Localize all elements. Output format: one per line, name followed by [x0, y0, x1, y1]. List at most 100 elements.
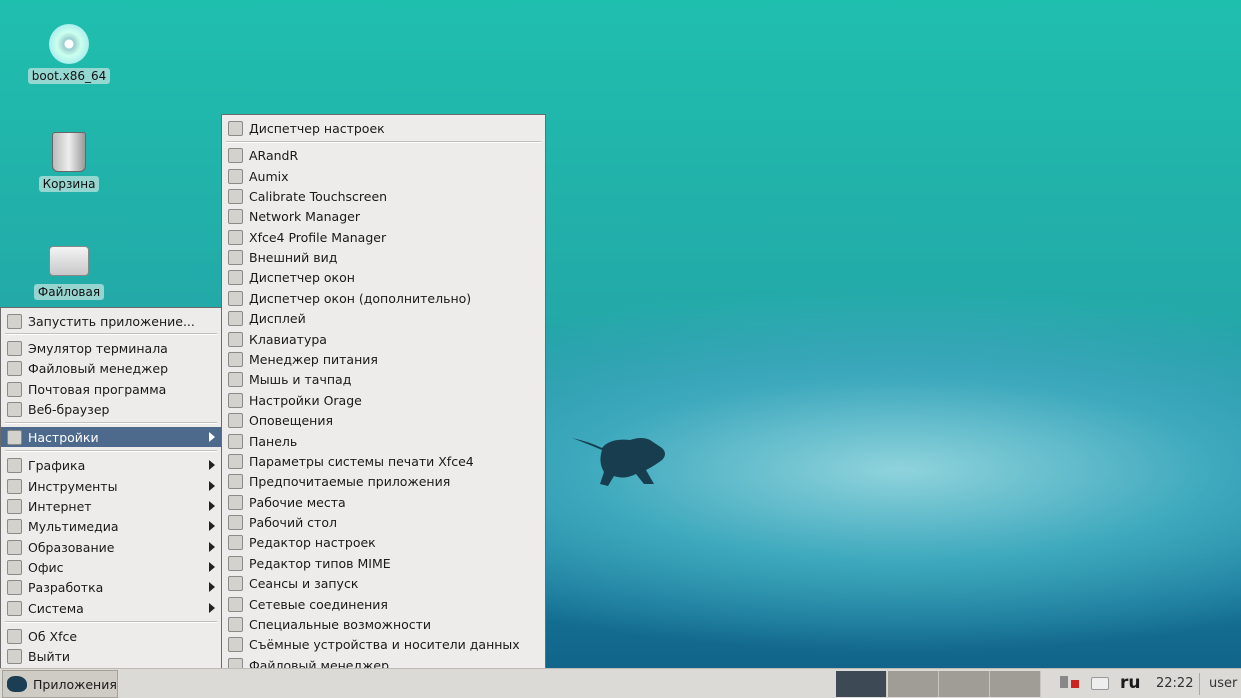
- settings-app-icon: [228, 637, 243, 653]
- settings-item-15[interactable]: Панель: [222, 431, 545, 451]
- run-icon: [7, 313, 22, 329]
- workspace-2[interactable]: [888, 671, 939, 697]
- menu-item-6[interactable]: Графика: [1, 455, 221, 475]
- logout-icon: [7, 648, 22, 664]
- menu-item-2[interactable]: Файловый менеджер: [1, 358, 221, 378]
- settings-app-icon: [228, 331, 243, 347]
- settings-item-16[interactable]: Параметры системы печати Xfce4: [222, 451, 545, 471]
- menu-item-label: Xfce4 Profile Manager: [249, 229, 387, 245]
- menu-item-label: Файловый менеджер: [28, 360, 169, 376]
- office-icon: [7, 559, 22, 575]
- menu-item-label: Эмулятор терминала: [28, 340, 168, 356]
- menu-item-1[interactable]: Эмулятор терминала: [1, 338, 221, 358]
- settings-app-icon: [228, 616, 243, 632]
- menu-item-label: Рабочий стол: [249, 515, 337, 531]
- settings-item-13[interactable]: Настройки Orage: [222, 390, 545, 410]
- settings-app-icon: [228, 515, 243, 531]
- settings-app-icon: [228, 290, 243, 306]
- settings-item-5[interactable]: Xfce4 Profile Manager: [222, 227, 545, 247]
- menu-item-label: Диспетчер окон (дополнительно): [249, 290, 472, 306]
- menu-item-10[interactable]: Образование: [1, 537, 221, 557]
- menu-item-label: Клавиатура: [249, 331, 327, 347]
- menu-item-4[interactable]: Веб-браузер: [1, 399, 221, 419]
- clock[interactable]: 22:22: [1156, 676, 1193, 691]
- star-icon: [7, 628, 22, 644]
- settings-item-10[interactable]: Клавиатура: [222, 329, 545, 349]
- settings-icon: [7, 429, 22, 445]
- desktop-icon-boot[interactable]: boot.x86_64: [24, 24, 114, 84]
- settings-item-22[interactable]: Сеансы и запуск: [222, 573, 545, 593]
- settings-item-14[interactable]: Оповещения: [222, 410, 545, 430]
- settings-item-6[interactable]: Внешний вид: [222, 247, 545, 267]
- settings-item-24[interactable]: Специальные возможности: [222, 614, 545, 634]
- menu-item-label: Инструменты: [28, 478, 118, 494]
- menu-item-12[interactable]: Разработка: [1, 577, 221, 597]
- menu-item-label: Диспетчер настроек: [249, 120, 385, 136]
- menu-item-0[interactable]: Запустить приложение...: [1, 311, 221, 331]
- workspace-1[interactable]: [836, 671, 887, 697]
- settings-item-17[interactable]: Предпочитаемые приложения: [222, 472, 545, 492]
- volume-muted-icon[interactable]: [1060, 676, 1082, 690]
- settings-app-icon: [228, 188, 243, 204]
- settings-item-21[interactable]: Редактор типов MIME: [222, 553, 545, 573]
- settings-item-3[interactable]: Calibrate Touchscreen: [222, 186, 545, 206]
- settings-app-icon: [228, 535, 243, 551]
- menu-item-label: Мультимедиа: [28, 518, 119, 534]
- settings-item-20[interactable]: Редактор настроек: [222, 533, 545, 553]
- menu-item-label: Мышь и тачпад: [249, 372, 352, 388]
- menu-item-13[interactable]: Система: [1, 598, 221, 618]
- settings-item-1[interactable]: ARandR: [222, 146, 545, 166]
- workspace-4[interactable]: [990, 671, 1041, 697]
- settings-item-4[interactable]: Network Manager: [222, 207, 545, 227]
- multimedia-icon: [7, 518, 22, 534]
- settings-item-19[interactable]: Рабочий стол: [222, 512, 545, 532]
- settings-item-12[interactable]: Мышь и тачпад: [222, 370, 545, 390]
- menu-item-label: Офис: [28, 559, 64, 575]
- menu-item-11[interactable]: Офис: [1, 557, 221, 577]
- menu-item-7[interactable]: Инструменты: [1, 476, 221, 496]
- disc-icon: [49, 24, 89, 64]
- settings-item-0[interactable]: Диспетчер настроек: [222, 118, 545, 138]
- settings-item-9[interactable]: Дисплей: [222, 309, 545, 329]
- submenu-arrow-icon: [209, 521, 215, 532]
- file-manager-icon: [7, 360, 22, 376]
- settings-item-11[interactable]: Менеджер питания: [222, 349, 545, 369]
- keyboard-layout[interactable]: ru: [1120, 673, 1141, 693]
- desktop-icon-trash[interactable]: Корзина: [24, 132, 114, 192]
- settings-item-8[interactable]: Диспетчер окон (дополнительно): [222, 288, 545, 308]
- settings-item-18[interactable]: Рабочие места: [222, 492, 545, 512]
- removable-drive-icon[interactable]: [1091, 677, 1109, 690]
- settings-item-2[interactable]: Aumix: [222, 166, 545, 186]
- applications-menu-button[interactable]: Приложения: [2, 670, 118, 698]
- menu-item-14[interactable]: Об Xfce: [1, 626, 221, 646]
- menu-item-label: ARandR: [249, 148, 299, 164]
- submenu-arrow-icon: [209, 562, 215, 573]
- menu-item-3[interactable]: Почтовая программа: [1, 379, 221, 399]
- submenu-arrow-icon: [209, 460, 215, 471]
- settings-item-25[interactable]: Съёмные устройства и носители данных: [222, 635, 545, 655]
- workspace-3[interactable]: [939, 671, 990, 697]
- menu-item-5[interactable]: Настройки: [1, 427, 221, 448]
- settings-item-7[interactable]: Диспетчер окон: [222, 268, 545, 288]
- menu-item-label: Сетевые соединения: [249, 596, 388, 612]
- user-button[interactable]: user: [1209, 676, 1237, 691]
- menu-item-15[interactable]: Выйти: [1, 646, 221, 666]
- settings-app-icon: [228, 555, 243, 571]
- trash-icon: [52, 132, 86, 172]
- menu-item-label: Внешний вид: [249, 250, 338, 266]
- settings-item-23[interactable]: Сетевые соединения: [222, 594, 545, 614]
- desktop-icon-drive[interactable]: Файловая: [24, 240, 114, 300]
- settings-app-icon: [228, 372, 243, 388]
- menu-item-8[interactable]: Интернет: [1, 496, 221, 516]
- menu-item-label: Сеансы и запуск: [249, 576, 359, 592]
- settings-app-icon: [228, 270, 243, 286]
- settings-app-icon: [228, 474, 243, 490]
- settings-app-icon: [228, 168, 243, 184]
- xfce-mouse-logo: [572, 438, 665, 486]
- settings-app-icon: [228, 433, 243, 449]
- menu-item-label: Запустить приложение...: [28, 313, 195, 329]
- menu-item-9[interactable]: Мультимедиа: [1, 516, 221, 536]
- mail-icon: [7, 381, 22, 397]
- submenu-arrow-icon: [209, 542, 215, 553]
- menu-item-label: Network Manager: [249, 209, 360, 225]
